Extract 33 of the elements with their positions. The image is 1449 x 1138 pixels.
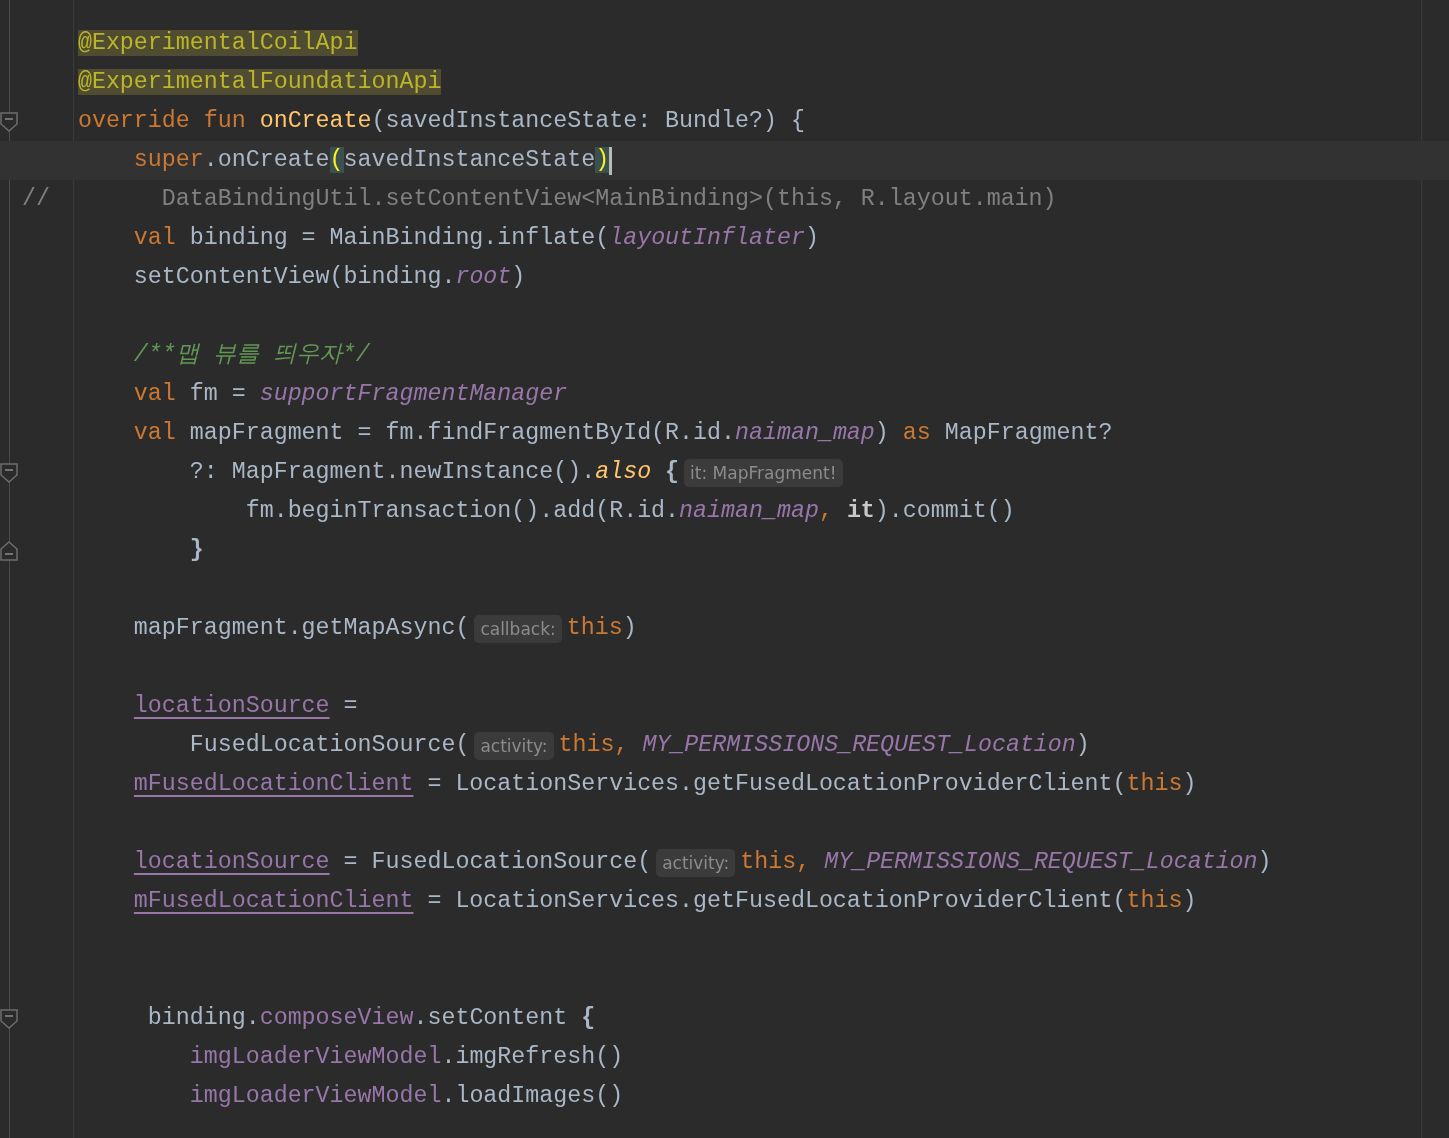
code-text: ?: MapFragment.newInstance().also { [189, 458, 680, 487]
code-text: override fun onCreate(savedInstanceState: Bundle?) { [77, 107, 805, 136]
code-text: /**맵 뷰를 띄우자*/ [133, 341, 370, 370]
code-text: } [189, 536, 204, 565]
code-text: imgLoaderViewModel.imgRefresh() [189, 1043, 624, 1072]
code-text: mFusedLocationClient = LocationServices.getFusedLocationProviderClient(this) [133, 770, 1197, 799]
code-text: binding.composeView.setContent { [147, 1004, 596, 1033]
inlay-hint: activity: [474, 731, 554, 760]
code-text: val mapFragment = fm.findFragmentById(R.id.naiman_map) as MapFragment? [133, 419, 1113, 448]
code-text: locationSource = [133, 692, 358, 721]
code-text: @ExperimentalFoundationApi [77, 68, 442, 97]
code-text: imgLoaderViewModel.loadImages() [189, 1082, 624, 1111]
fold-icon[interactable] [0, 462, 18, 483]
code-text: fm.beginTransaction().add(R.id.naiman_map, it).commit() [245, 497, 1015, 526]
code-text: FusedLocationSource( [189, 731, 470, 760]
code-text: this) [566, 614, 637, 643]
fold-icon[interactable] [0, 540, 18, 561]
code-text: val binding = MainBinding.inflate(layoutInflater) [133, 224, 819, 253]
inlay-hint: it: MapFragment! [684, 458, 843, 487]
code-text: this, MY_PERMISSIONS_REQUEST_Location) [558, 731, 1090, 760]
code-text: locationSource = FusedLocationSource( [133, 848, 652, 877]
fold-icon[interactable] [0, 111, 18, 132]
code-text: // DataBindingUtil.setContentView<MainBinding>(this, R.layout.main) [22, 185, 1057, 214]
inlay-hint: activity: [656, 848, 736, 877]
code-text: @ExperimentalCoilApi [77, 29, 358, 58]
code-text: mapFragment.getMapAsync( [133, 614, 470, 643]
inlay-hint: callback: [474, 614, 562, 643]
code-text: super.onCreate(savedInstanceState) [133, 146, 610, 175]
code-text: mFusedLocationClient = LocationServices.getFusedLocationProviderClient(this) [133, 887, 1197, 916]
code-text: val fm = supportFragmentManager [133, 380, 568, 409]
fold-icon[interactable] [0, 1008, 18, 1029]
code-text: this, MY_PERMISSIONS_REQUEST_Location) [740, 848, 1272, 877]
code-text: setContentView(binding.root) [133, 263, 526, 292]
